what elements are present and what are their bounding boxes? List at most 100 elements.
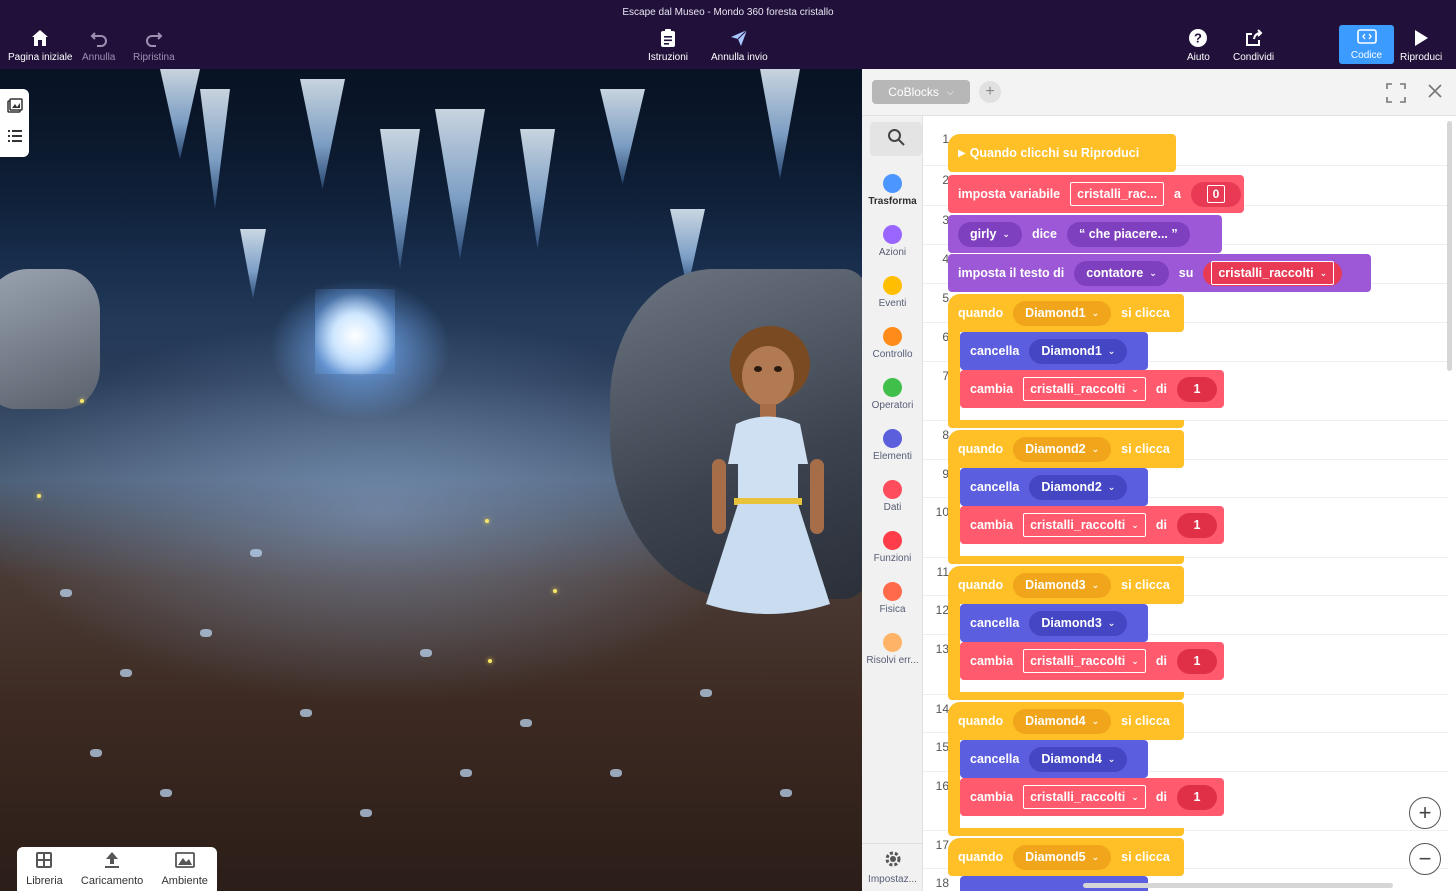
amount-input[interactable]: 1 [1176,784,1217,810]
by-label: di [1155,790,1167,804]
share-button[interactable]: Condividi [1233,26,1274,63]
start-block[interactable]: ▶ Quando clicchi su Riproduci [948,134,1176,172]
category-4[interactable]: Operatori [862,378,923,411]
share-icon [1245,26,1263,50]
variable-dropdown[interactable]: cristalli_raccolti ⌄ [1023,785,1146,809]
amount-input[interactable]: 1 [1176,512,1217,538]
category-7[interactable]: Funzioni [862,531,923,564]
set-text-label: imposta il testo di [958,266,1065,280]
when-clicked-block[interactable]: quando Diamond2 ⌄ si clicca [948,430,1184,468]
environment-button[interactable]: Ambiente [161,851,208,887]
close-icon[interactable] [1427,83,1447,103]
glowing-portal[interactable] [315,289,395,374]
category-6[interactable]: Dati [862,480,923,513]
actor-dropdown[interactable]: girly ⌄ [958,221,1022,247]
line-number: 7 [942,369,949,383]
variable-dropdown[interactable]: cristalli_raccolti ⌄ [1023,513,1146,537]
when-clicked-block[interactable]: quando Diamond4 ⌄ si clicca [948,702,1184,740]
line-number: 14 [935,702,949,716]
instructions-button[interactable]: Istruzioni [648,26,688,63]
say-text-input[interactable]: “ che piacere... ” [1066,221,1190,247]
set-variable-block[interactable]: imposta variabile cristalli_rac... a 0 [948,175,1244,213]
target-dropdown[interactable]: contatore ⌄ [1074,260,1169,286]
when-label: quando [958,442,1004,456]
play-icon [1413,26,1429,50]
amount-input[interactable]: 1 [1176,648,1217,674]
clicked-label: si clicca [1121,850,1170,864]
target-label: contatore [1086,266,1144,280]
variable-label: cristalli_raccolti [1030,518,1126,532]
category-0[interactable]: Trasforma [862,174,923,207]
when-clicked-block[interactable]: quando Diamond3 ⌄ si clicca [948,566,1184,604]
object-dropdown[interactable]: Diamond4 ⌄ [1029,746,1128,772]
say-block[interactable]: girly ⌄ dice “ che piacere... ” [948,215,1222,253]
category-9[interactable]: Risolvi err... [862,633,923,666]
value-input[interactable]: 0 [1207,185,1225,203]
redo-button[interactable]: Ripristina [133,26,175,63]
clicked-label: si clicca [1121,714,1170,728]
category-dot-icon [883,378,902,397]
change-variable-block[interactable]: cambia cristalli_raccolti ⌄ di 1 [960,370,1224,408]
list-icon[interactable] [7,129,23,148]
change-variable-block[interactable]: cambia cristalli_raccolti ⌄ di 1 [960,778,1224,816]
object-dropdown[interactable]: Diamond4 ⌄ [1013,708,1112,734]
object-label: Diamond2 [1041,480,1102,494]
object-dropdown[interactable]: Diamond2 ⌄ [1029,474,1128,500]
delete-block[interactable]: cancella Diamond2 ⌄ [960,468,1148,506]
object-label: Diamond1 [1041,344,1102,358]
set-text-block[interactable]: imposta il testo di contatore ⌄ su cristalli… [948,254,1371,292]
fullscreen-icon[interactable] [1386,83,1406,103]
object-label: Diamond3 [1025,578,1086,592]
code-workspace[interactable]: 1 2 3 4 5 6 7 8 9 10 11 12 13 14 15 16 17 18 ▶ Quando clic… [923,116,1456,891]
undo-button[interactable]: Annulla [82,26,115,63]
delete-block[interactable]: cancella Diamond1 ⌄ [960,332,1148,370]
category-2[interactable]: Eventi [862,276,923,309]
horizontal-scrollbar[interactable] [1083,883,1393,888]
object-dropdown[interactable]: Diamond2 ⌄ [1013,436,1112,462]
when-clicked-block[interactable]: quando Diamond5 ⌄ si clicca [948,838,1184,876]
coblocks-tab-dropdown[interactable]: CoBlocks ⌵ [872,80,970,104]
unsend-button[interactable]: Annulla invio [711,26,768,63]
zoom-in-button[interactable]: + [1409,797,1441,829]
variable-dropdown[interactable]: cristalli_raccolti ⌄ [1023,649,1146,673]
delete-block[interactable]: cancella Diamond3 ⌄ [960,604,1148,642]
variable-dropdown[interactable]: cristalli_rac... [1070,182,1165,206]
zoom-out-button[interactable]: − [1409,843,1441,875]
variable-dropdown[interactable]: cristalli_raccolti ⌄ [1211,261,1335,285]
delete-block[interactable]: cancella Diamond4 ⌄ [960,740,1148,778]
category-1[interactable]: Azioni [862,225,923,258]
object-dropdown[interactable]: Diamond1 ⌄ [1013,300,1112,326]
settings-button[interactable]: Impostaz... [862,843,923,891]
home-button[interactable]: Pagina iniziale [8,26,73,63]
change-label: cambia [970,518,1014,532]
object-dropdown[interactable]: Diamond5 ⌄ [1013,844,1112,870]
object-dropdown[interactable]: Diamond3 ⌄ [1029,610,1128,636]
object-label: Diamond4 [1041,752,1102,766]
change-variable-block[interactable]: cambia cristalli_raccolti ⌄ di 1 [960,642,1224,680]
variable-dropdown[interactable]: cristalli_raccolti ⌄ [1023,377,1146,401]
block-search-button[interactable] [870,122,922,156]
change-variable-block[interactable]: cambia cristalli_raccolti ⌄ di 1 [960,506,1224,544]
vertical-scrollbar[interactable] [1447,121,1452,371]
object-dropdown[interactable]: Diamond3 ⌄ [1013,572,1112,598]
clipboard-icon [660,26,676,50]
help-button[interactable]: ? Aiuto [1187,26,1210,63]
library-button[interactable]: Libreria [26,851,63,887]
add-tab-button[interactable]: + [979,81,1001,103]
code-button[interactable]: Codice [1339,25,1394,64]
scene-viewport[interactable]: Libreria Caricamento Ambiente [0,69,862,891]
play-button[interactable]: Riproduci [1400,26,1442,63]
upload-button[interactable]: Caricamento [81,851,143,887]
category-5[interactable]: Elementi [862,429,923,462]
line-number: 11 [936,565,949,579]
when-clicked-block[interactable]: quando Diamond1 ⌄ si clicca [948,294,1184,332]
category-8[interactable]: Fisica [862,582,923,615]
line-number: 2 [942,173,949,187]
code-panel: CoBlocks ⌵ + Trasforma Azioni Eventi Contro… [862,69,1456,891]
gallery-icon[interactable] [6,98,23,119]
amount-input[interactable]: 1 [1176,376,1217,402]
girly-character[interactable] [698,324,838,619]
category-3[interactable]: Controllo [862,327,923,360]
object-dropdown[interactable]: Diamond1 ⌄ [1029,338,1128,364]
event-body-frame [948,330,960,422]
